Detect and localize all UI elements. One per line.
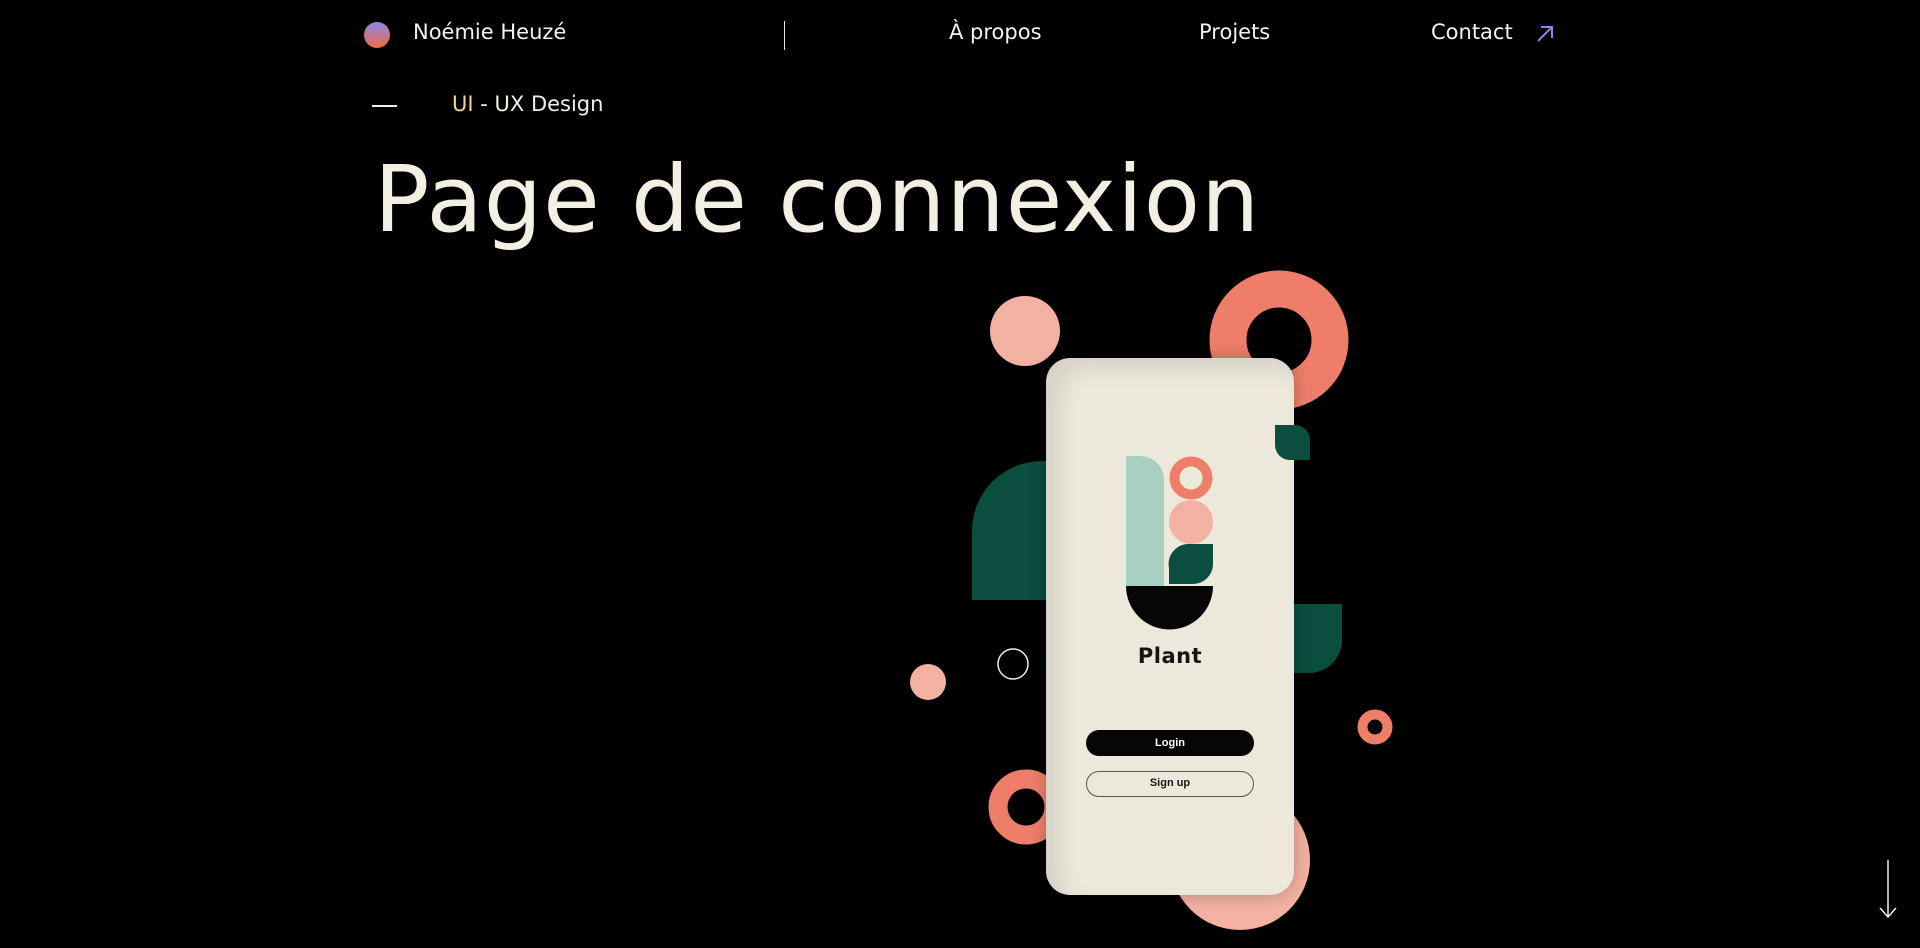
arrow-down-icon[interactable] bbox=[1876, 858, 1900, 920]
pink-circle-top bbox=[990, 296, 1060, 366]
decorative-shapes bbox=[910, 270, 1393, 930]
coral-ring-small bbox=[1357, 709, 1393, 745]
green-quarter-left bbox=[972, 461, 1046, 600]
app-name: Plant bbox=[1137, 644, 1203, 668]
login-button[interactable]: Login bbox=[1086, 730, 1254, 756]
signup-button[interactable]: Sign up bbox=[1086, 771, 1254, 797]
green-leaf-small bbox=[1275, 425, 1310, 460]
plant-logo-icon bbox=[1126, 456, 1213, 630]
outline-circle bbox=[997, 648, 1029, 680]
pink-circle-small bbox=[910, 664, 946, 700]
